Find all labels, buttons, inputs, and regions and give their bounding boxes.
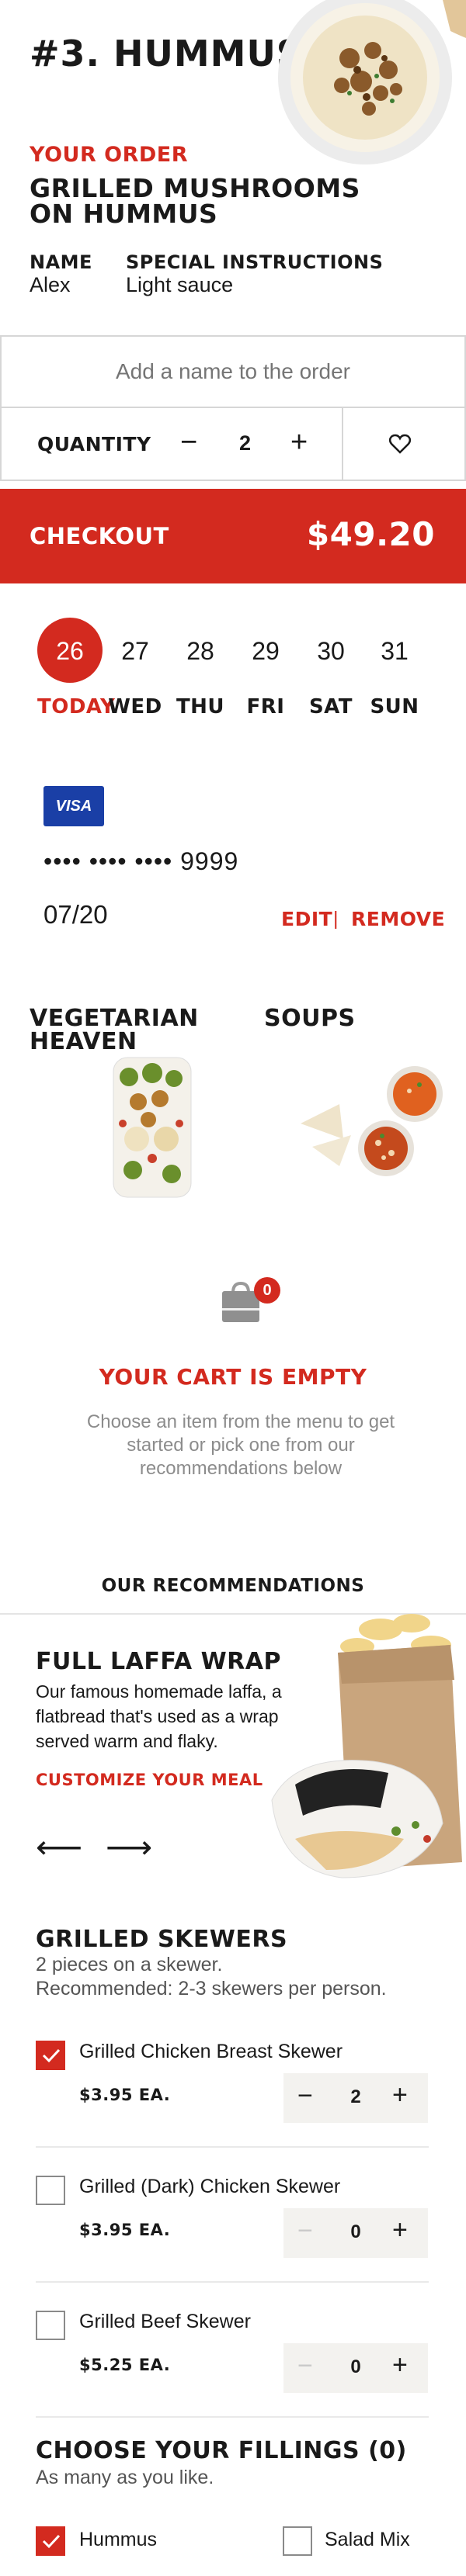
category-vegetarian-heaven[interactable]: VEGETARIAN HEAVEN	[30, 1007, 216, 1209]
skewers-title: GRILLED SKEWERS	[36, 1926, 288, 1953]
skewers-subtitle-line2: Recommended: 2-3 skewers per person.	[36, 1978, 387, 2000]
filling-name-hummus: Hummus	[79, 2529, 158, 2550]
customize-meal-link[interactable]: CUSTOMIZE YOUR MEAL	[36, 1771, 263, 1789]
date-30[interactable]: 30	[298, 637, 363, 666]
order-item-name: GRILLED MUSHROOMS ON HUMMUS	[30, 175, 360, 227]
laffa-wrap-image	[271, 1614, 462, 1878]
skewer-price: $5.25 EA.	[79, 2356, 171, 2374]
day-today[interactable]: TODAY	[37, 695, 115, 718]
skewer-name: Grilled Chicken Breast Skewer	[79, 2041, 343, 2062]
skewer-checkbox[interactable]	[36, 2176, 65, 2205]
quantity-label: QUANTITY	[37, 433, 151, 455]
checkout-button[interactable]: CHECKOUT $49.20	[0, 489, 466, 583]
category-title: SOUPS	[264, 1005, 356, 1032]
date-26[interactable]: 26	[37, 637, 103, 666]
stepper-minus-button[interactable]: −	[297, 2218, 313, 2244]
day-sun[interactable]: SUN	[362, 695, 427, 718]
date-31[interactable]: 31	[362, 637, 427, 666]
skewer-price: $3.95 EA.	[79, 2086, 171, 2104]
stepper-plus-button[interactable]: +	[392, 2082, 408, 2108]
skewers-subtitle-line1: 2 pieces on a skewer.	[36, 1954, 223, 1975]
stepper-value: 2	[350, 2086, 361, 2107]
stepper-minus-button[interactable]: −	[297, 2083, 313, 2109]
order-item-name-line1: GRILLED MUSHROOMS	[30, 173, 360, 203]
visa-card-logo: VISA	[43, 786, 104, 826]
item-separator	[36, 2281, 429, 2283]
favorite-heart-icon[interactable]	[389, 434, 411, 454]
day-sat[interactable]: SAT	[298, 695, 363, 718]
category-title-line1: VEGETARIAN	[30, 1005, 199, 1032]
soups-image	[301, 1066, 443, 1176]
card-expiry: 07/20	[43, 900, 108, 929]
skewer-quantity-stepper: − 0 +	[283, 2208, 428, 2258]
skewer-quantity-stepper: − 0 +	[283, 2343, 428, 2393]
order-label: YOUR ORDER	[30, 143, 189, 167]
recommendations-heading: OUR RECOMMENDATIONS	[101, 1576, 365, 1596]
fillings-subtitle: As many as you like.	[36, 2467, 214, 2488]
filling-name-salad-mix: Salad Mix	[325, 2529, 410, 2550]
filling-checkbox-hummus[interactable]	[36, 2526, 65, 2556]
checkmark-icon	[42, 2534, 61, 2549]
date-29[interactable]: 29	[233, 637, 298, 666]
vegetarian-platter-image	[113, 1057, 192, 1198]
name-header: NAME	[30, 251, 92, 273]
skewer-checkbox[interactable]	[36, 2311, 65, 2340]
stepper-value: 0	[350, 2221, 361, 2242]
stepper-value: 0	[350, 2356, 361, 2377]
recommendation-title: FULL LAFFA WRAP	[36, 1648, 281, 1675]
day-fri[interactable]: FRI	[233, 695, 298, 718]
stepper-plus-button[interactable]: +	[392, 2217, 408, 2243]
card-actions-separator: |	[333, 908, 339, 930]
quantity-row: QUANTITY − 2 +	[0, 408, 466, 481]
date-28[interactable]: 28	[168, 637, 233, 666]
item-separator	[36, 2416, 429, 2418]
skewer-name: Grilled (Dark) Chicken Skewer	[79, 2176, 341, 2197]
name-value: Alex	[30, 273, 71, 296]
card-number: •••• •••• •••• 9999	[43, 847, 239, 875]
empty-cart-text: Choose an item from the menu to get star…	[86, 1411, 395, 1479]
remove-card-link[interactable]: REMOVE	[351, 908, 445, 930]
filling-checkbox-salad-mix[interactable]	[283, 2526, 312, 2556]
skewer-checkbox[interactable]	[36, 2041, 65, 2070]
skewer-name: Grilled Beef Skewer	[79, 2311, 251, 2332]
order-item-name-line2: ON HUMMUS	[30, 199, 218, 229]
order-name-input[interactable]	[0, 335, 466, 408]
item-separator	[36, 2146, 429, 2148]
instructions-header: SPECIAL INSTRUCTIONS	[126, 251, 384, 273]
stepper-plus-button[interactable]: +	[392, 2352, 408, 2378]
quantity-divider	[342, 408, 343, 480]
category-title-line2: HEAVEN	[30, 1028, 137, 1055]
next-arrow-icon[interactable]: ⟶	[106, 1831, 152, 1864]
date-27[interactable]: 27	[103, 637, 168, 666]
checkmark-icon	[42, 2048, 61, 2063]
day-thu[interactable]: THU	[168, 695, 233, 718]
day-wed[interactable]: WED	[103, 695, 168, 718]
empty-cart-title: YOUR CART IS EMPTY	[99, 1364, 367, 1390]
checkout-label: CHECKOUT	[30, 523, 169, 549]
instructions-value: Light sauce	[126, 273, 234, 296]
previous-arrow-icon[interactable]: ⟵	[36, 1831, 82, 1864]
stepper-minus-button[interactable]: −	[297, 2353, 313, 2379]
cart-count-badge: 0	[254, 1277, 280, 1304]
quantity-minus-button[interactable]: −	[180, 428, 197, 457]
skewer-price: $3.95 EA.	[79, 2221, 171, 2239]
quantity-plus-button[interactable]: +	[290, 428, 308, 457]
category-soups[interactable]: SOUPS	[264, 1007, 466, 1209]
quantity-value: 2	[239, 431, 252, 455]
checkout-price: $49.20	[306, 515, 435, 553]
fillings-title: CHOOSE YOUR FILLINGS (0)	[36, 2437, 407, 2464]
hummus-plate-image	[278, 0, 466, 164]
skewer-quantity-stepper: − 2 +	[283, 2073, 428, 2123]
edit-card-link[interactable]: EDIT	[281, 908, 332, 930]
